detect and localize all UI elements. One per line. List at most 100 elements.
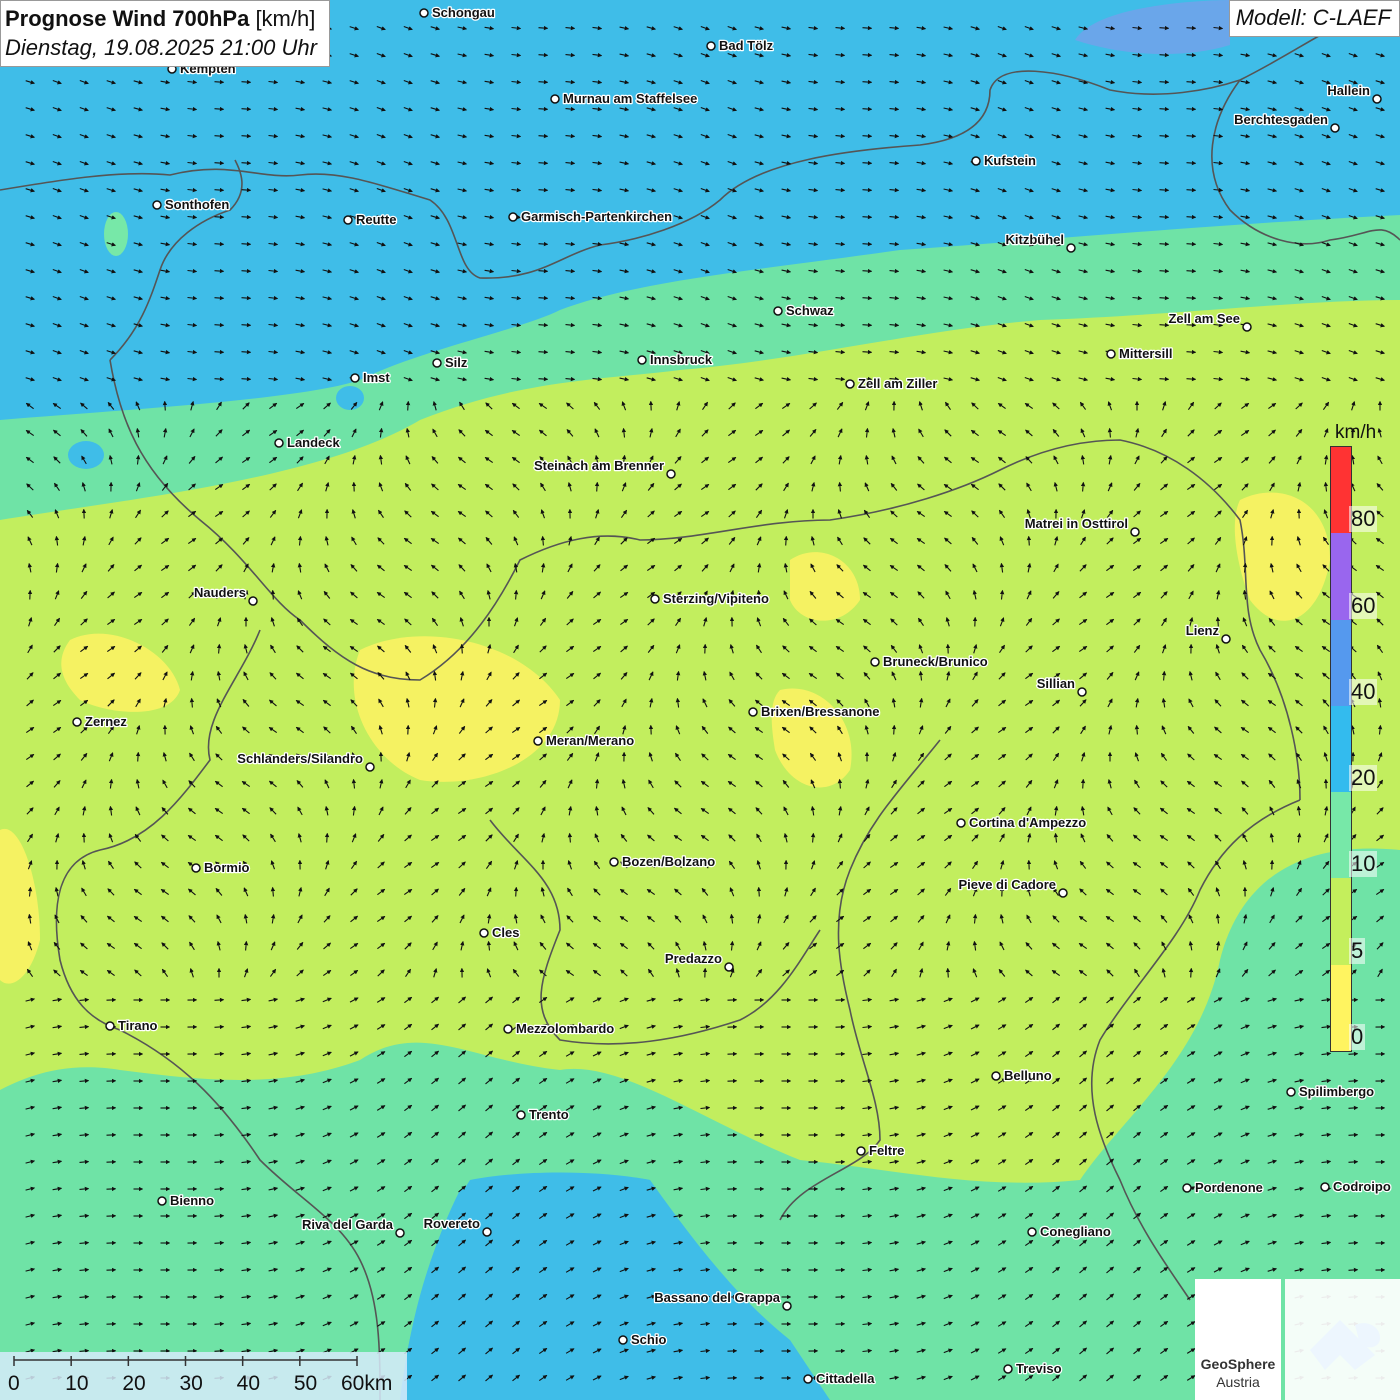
wind-arrow: [241, 241, 252, 247]
wind-arrow: [538, 187, 549, 193]
city-marker[interactable]: Brixen/Bressanone: [748, 703, 881, 720]
city-label: Mittersill: [1119, 346, 1172, 361]
city-label: Tirano: [118, 1018, 158, 1033]
city-marker[interactable]: Bruneck/Brunico: [870, 653, 989, 670]
city-label: Meran/Merano: [546, 733, 634, 748]
city-marker[interactable]: Mezzolombardo: [503, 1020, 616, 1037]
city-dot: [618, 1335, 628, 1345]
city-label: Pieve di Cadore: [958, 877, 1056, 892]
city-marker[interactable]: Sterzing/Vipiteno: [650, 590, 770, 607]
city-marker[interactable]: Garmisch-Partenkirchen: [508, 208, 673, 225]
city-dot: [870, 657, 880, 667]
city-marker[interactable]: Innsbruck: [637, 351, 714, 368]
wind-arrow: [1159, 214, 1170, 220]
wind-forecast-map[interactable]: SchongauBad TölzKemptenMurnau am Staffel…: [0, 0, 1400, 1400]
city-label: Landeck: [287, 435, 341, 450]
wind-arrow: [862, 79, 873, 85]
city-label: Cles: [492, 925, 519, 940]
wind-arrow: [1159, 52, 1170, 58]
city-dot: [508, 212, 518, 222]
city-dot: [482, 1227, 492, 1237]
wind-arrow: [270, 589, 276, 600]
city-label: Zernez: [85, 714, 127, 729]
city-label: Schio: [631, 1332, 666, 1347]
city-dot: [1058, 888, 1068, 898]
lake-patch: [68, 441, 104, 469]
city-marker[interactable]: Murnau am Staffelsee: [550, 90, 699, 107]
wind-arrow: [862, 349, 873, 355]
city-dot: [1066, 243, 1076, 253]
city-label: Riva del Garda: [302, 1217, 394, 1232]
wind-arrow: [1159, 160, 1170, 166]
wind-arrow: [214, 997, 225, 1003]
wind-arrow: [1186, 52, 1197, 58]
city-dot: [191, 863, 201, 873]
wind-arrow: [214, 376, 225, 382]
wind-arrow: [1348, 1132, 1359, 1138]
geosphere-logo[interactable]: GeoSphere Austria: [1195, 1279, 1281, 1400]
legend-color-segment: [1331, 792, 1351, 879]
city-marker[interactable]: Cortina d'Ampezzo: [956, 814, 1088, 831]
city-label: Bruneck/Brunico: [883, 654, 988, 669]
city-label: Matrei in Osttirol: [1025, 516, 1128, 531]
city-label: Treviso: [1016, 1361, 1062, 1376]
city-dot: [432, 358, 442, 368]
legend-label: 60: [1349, 592, 1378, 619]
wind-arrow: [862, 268, 873, 274]
city-dot: [1286, 1087, 1296, 1097]
city-dot: [419, 8, 429, 18]
city-dot: [782, 1301, 792, 1311]
city-marker[interactable]: Zell am Ziller: [845, 375, 939, 392]
wind-arrow: [1159, 133, 1170, 139]
city-marker[interactable]: Sonthofen: [152, 196, 231, 213]
city-dot: [157, 1196, 167, 1206]
scale-label: 40: [236, 1372, 261, 1395]
wind-arrow: [862, 187, 873, 193]
city-label: Bozen/Bolzano: [622, 854, 715, 869]
wind-arrow: [214, 187, 225, 193]
wind-arrow: [214, 268, 225, 274]
wind-arrow: [538, 295, 549, 301]
city-label: Schongau: [432, 5, 495, 20]
city-label: Belluno: [1004, 1068, 1052, 1083]
wind-arrow: [241, 79, 252, 85]
lake-patch: [336, 386, 364, 410]
wind-arrow: [513, 886, 519, 897]
city-dot: [1320, 1182, 1330, 1192]
legend-color-segment: [1331, 447, 1351, 534]
wind-arrow: [214, 160, 225, 166]
city-dot: [343, 215, 353, 225]
wind-arrow: [594, 481, 600, 492]
city-dot: [395, 1228, 405, 1238]
wind-arrow: [1186, 25, 1197, 31]
wind-arrow: [214, 1267, 225, 1273]
city-dot: [1106, 349, 1116, 359]
city-marker[interactable]: Schongau: [419, 4, 496, 21]
wind-arrow: [862, 25, 873, 31]
wind-arrow: [538, 79, 549, 85]
weather-app-logo[interactable]: [1285, 1279, 1400, 1400]
city-label: Innsbruck: [650, 352, 713, 367]
legend-color-segment: [1331, 705, 1351, 793]
legend-color-segment: [1331, 619, 1351, 707]
city-dot: [350, 373, 360, 383]
wind-arrow: [1159, 187, 1170, 193]
city-marker[interactable]: Meran/Merano: [533, 732, 635, 749]
city-label: Garmisch-Partenkirchen: [521, 209, 672, 224]
city-dot: [550, 94, 560, 104]
city-marker[interactable]: Spilimbergo: [1286, 1083, 1375, 1100]
city-marker[interactable]: Pordenone: [1182, 1179, 1264, 1196]
city-marker[interactable]: Bozen/Bolzano: [609, 853, 716, 870]
wind-arrow: [1159, 295, 1170, 301]
city-dot: [609, 857, 619, 867]
wind-arrow: [214, 1051, 225, 1057]
wind-arrow: [1159, 376, 1170, 382]
wind-arrow: [1186, 214, 1197, 220]
city-label: Berchtesgaden: [1234, 112, 1328, 127]
map-title: Prognose Wind 700hPa [km/h]: [5, 4, 317, 33]
city-marker[interactable]: Conegliano: [1027, 1223, 1112, 1240]
wind-arrow: [862, 106, 873, 112]
wind-arrow: [214, 106, 225, 112]
legend-color-segment: [1331, 964, 1351, 1052]
wind-arrow: [214, 1186, 225, 1192]
